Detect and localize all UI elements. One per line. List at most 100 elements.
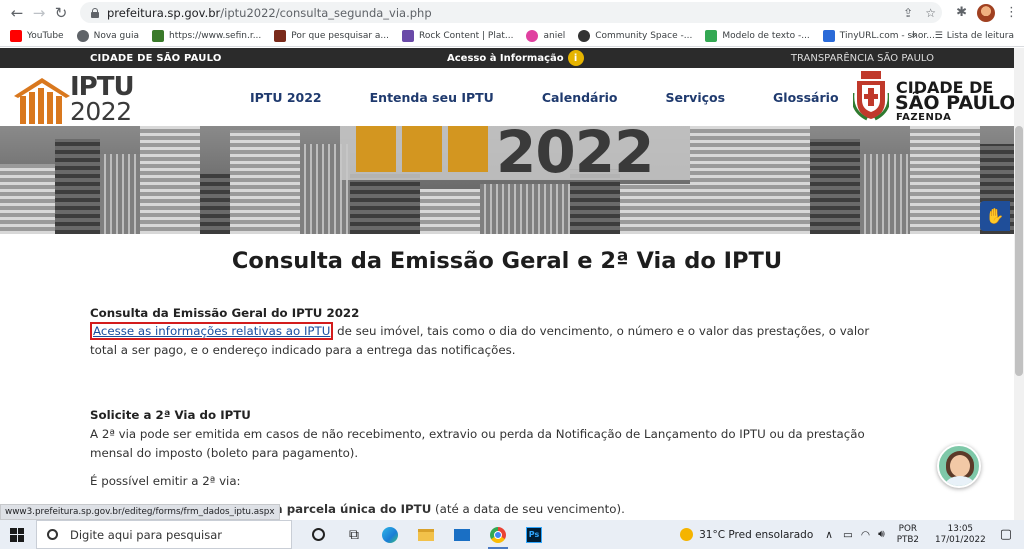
search-icon bbox=[47, 529, 58, 540]
site-top-strip: CIDADE DE SÃO PAULO Acesso à Informação i… bbox=[0, 48, 1024, 68]
chatbot-face bbox=[950, 455, 970, 477]
nav-calendario[interactable]: Calendário bbox=[542, 90, 618, 105]
info-icon: i bbox=[567, 50, 584, 66]
page-scrollbar[interactable] bbox=[1014, 48, 1024, 521]
iptu-logo[interactable]: IPTU 2022 bbox=[12, 72, 136, 126]
logo-text-year: 2022 bbox=[70, 97, 132, 126]
nav-entenda-iptu[interactable]: Entenda seu IPTU bbox=[370, 90, 494, 105]
edge-icon bbox=[382, 526, 398, 543]
building bbox=[55, 139, 100, 234]
task-view-button[interactable]: ⧉ bbox=[336, 520, 372, 549]
start-button[interactable] bbox=[0, 520, 34, 549]
wifi-icon[interactable]: ◠ bbox=[861, 529, 870, 541]
acesso-informacao-link[interactable]: Acesso à Informação i bbox=[447, 50, 584, 66]
photoshop-button[interactable]: Ps bbox=[516, 520, 552, 549]
building bbox=[910, 126, 980, 234]
iptu-info-link[interactable]: Acesse as informações relativas ao IPTU bbox=[90, 322, 334, 340]
taskbar-search[interactable]: Digite aqui para pesquisar bbox=[36, 520, 292, 549]
bookmark-rock-content[interactable]: Rock Content | Plat... bbox=[402, 29, 513, 42]
building bbox=[690, 126, 810, 234]
mail-button[interactable] bbox=[444, 520, 480, 549]
page-title: Consulta da Emissão Geral e 2ª Via do IP… bbox=[231, 248, 783, 274]
tray-chevron-icon[interactable]: ∧ bbox=[825, 529, 833, 541]
csp-text-2: SÃO PAULO bbox=[895, 92, 1016, 114]
forward-icon[interactable]: → bbox=[28, 2, 50, 24]
transparencia-link[interactable]: TRANSPARÊNCIA SÃO PAULO bbox=[791, 53, 934, 64]
site-icon bbox=[822, 29, 835, 42]
chatbot-avatar-button[interactable] bbox=[937, 444, 981, 488]
notification-icon[interactable]: ▢ bbox=[1000, 527, 1012, 542]
folder-icon bbox=[418, 528, 434, 541]
site-icon bbox=[151, 29, 164, 42]
section-title-emissao: Consulta da Emissão Geral do IPTU 2022 bbox=[90, 306, 360, 320]
bookmark-sefin[interactable]: https://www.sefin.r... bbox=[151, 29, 261, 42]
bookmark-modelo-texto[interactable]: Modelo de texto -... bbox=[705, 29, 810, 42]
city-link[interactable]: CIDADE DE SÃO PAULO bbox=[90, 53, 222, 64]
status-bar-url: www3.prefeitura.sp.gov.br/editeg/forms/f… bbox=[0, 504, 280, 520]
windows-logo-icon bbox=[10, 527, 24, 542]
system-tray: 31°C Pred ensolarado ∧ ▭ ◠ 🔊︎ POR PTB2 13… bbox=[680, 520, 1024, 549]
windows-taskbar: Digite aqui para pesquisar ⧉ Ps 31°C Pre… bbox=[0, 520, 1024, 549]
hand-icon: ✋ bbox=[985, 207, 1005, 225]
reading-list-button[interactable]: ☰ Lista de leitura bbox=[935, 31, 1014, 41]
accessibility-sign-language-button[interactable]: ✋ bbox=[980, 201, 1010, 231]
banner-year: 2022 bbox=[496, 126, 654, 186]
task-view-icon: ⧉ bbox=[349, 526, 359, 543]
clock[interactable]: 13:05 17/01/2022 bbox=[935, 524, 986, 546]
menu-kebab-icon[interactable]: ⋮ bbox=[1005, 5, 1018, 20]
bookmarks-more-button[interactable]: » bbox=[911, 31, 917, 41]
building bbox=[420, 189, 480, 234]
csp-text-3: FAZENDA bbox=[896, 112, 952, 123]
nav-servicos[interactable]: Serviços bbox=[666, 90, 726, 105]
scrollbar-thumb[interactable] bbox=[1015, 126, 1023, 376]
building bbox=[230, 130, 300, 234]
share-icon[interactable]: ⇪ bbox=[903, 6, 913, 20]
extensions-icon[interactable]: ✱ bbox=[956, 5, 967, 20]
building bbox=[100, 154, 140, 234]
section-text-2via: A 2ª via pode ser emitida em casos de nã… bbox=[90, 427, 865, 460]
bookmark-community-space[interactable]: Community Space -... bbox=[578, 29, 692, 42]
bookmark-por-que[interactable]: Por que pesquisar a... bbox=[274, 29, 389, 42]
lock-icon[interactable] bbox=[90, 7, 100, 18]
network-icon[interactable]: ▭ bbox=[843, 529, 853, 541]
site-icon bbox=[402, 29, 414, 42]
weather-widget[interactable]: 31°C Pred ensolarado bbox=[680, 528, 813, 541]
drive-icon bbox=[705, 29, 718, 42]
site-nav: IPTU 2022 Entenda seu IPTU Calendário Se… bbox=[250, 90, 887, 105]
banner-gold-block bbox=[356, 126, 396, 172]
site-icon bbox=[526, 29, 539, 42]
site-header: IPTU 2022 IPTU 2022 Entenda seu IPTU Cal… bbox=[0, 68, 1024, 126]
banner-gold-block bbox=[448, 126, 488, 172]
bookmark-nova-guia[interactable]: Nova guia bbox=[76, 29, 139, 42]
bookmark-youtube[interactable]: YouTube bbox=[10, 29, 64, 42]
site-icon bbox=[578, 29, 591, 42]
building bbox=[200, 174, 230, 234]
building bbox=[480, 184, 570, 234]
url-host: prefeitura.sp.gov.br bbox=[107, 5, 221, 20]
cortana-button[interactable] bbox=[300, 520, 336, 549]
chrome-button[interactable] bbox=[480, 520, 516, 549]
circle-icon bbox=[311, 528, 325, 541]
file-explorer-button[interactable] bbox=[408, 520, 444, 549]
profile-avatar[interactable] bbox=[977, 3, 995, 22]
nav-iptu-2022[interactable]: IPTU 2022 bbox=[250, 90, 322, 105]
nav-glossario[interactable]: Glossário bbox=[773, 90, 839, 105]
volume-icon[interactable]: 🔊︎ bbox=[878, 528, 885, 541]
city-coat-of-arms-icon[interactable] bbox=[853, 71, 889, 121]
bookmark-star-icon[interactable]: ☆ bbox=[925, 6, 936, 20]
building bbox=[620, 184, 690, 234]
building bbox=[350, 174, 420, 234]
bookmark-aniel[interactable]: aniel bbox=[526, 29, 565, 42]
address-bar[interactable]: prefeitura.sp.gov.br/iptu2022/consulta_s… bbox=[80, 2, 942, 23]
parcela-unica-item: o da parcela única do IPTU (até a data d… bbox=[254, 502, 625, 516]
back-icon[interactable]: ← bbox=[6, 2, 28, 24]
site-icon bbox=[274, 29, 287, 42]
photoshop-icon: Ps bbox=[526, 526, 542, 543]
chrome-icon bbox=[490, 526, 506, 543]
edge-button[interactable] bbox=[372, 520, 408, 549]
reload-icon[interactable]: ↻ bbox=[50, 2, 72, 24]
section-text-emissao: Acesse as informações relativas ao IPTU … bbox=[90, 322, 870, 357]
bookmarks-bar: YouTube Nova guia https://www.sefin.r...… bbox=[0, 25, 1024, 47]
main-content: Consulta da Emissão Geral e 2ª Via do IP… bbox=[0, 234, 1014, 504]
language-indicator[interactable]: POR PTB2 bbox=[897, 524, 919, 546]
